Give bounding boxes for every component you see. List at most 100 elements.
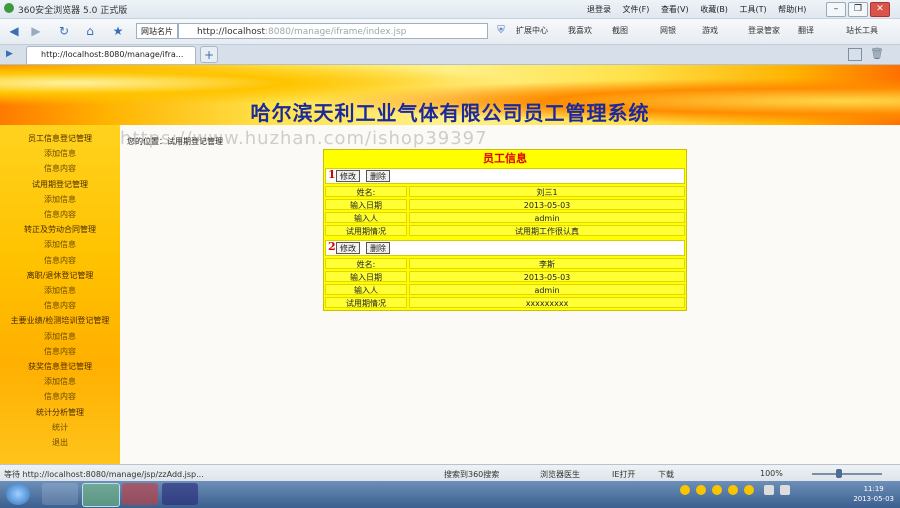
sidebar-item-link[interactable]: 添加信息 [0,376,120,387]
sidebar-section-header: 获奖信息登记管理 [28,362,92,371]
edit-button[interactable]: 修改 [336,242,360,254]
sidebar-item-link[interactable]: 统计 [0,422,120,433]
menu-file[interactable]: 文件(F) [623,5,650,14]
status-ie-open[interactable]: IE打开 [612,469,635,480]
field-label: 姓名: [325,186,407,197]
panel-title: 员工信息 [483,152,527,165]
tool-extensions[interactable]: 扩展中心 [516,25,548,36]
field-value: 2013-05-03 [409,271,685,282]
start-button-icon[interactable] [6,483,30,505]
sidebar-toggle-icon[interactable]: ▶ [6,49,13,59]
taskbar [0,481,900,508]
browser-toolbar: ◀ ▶ ↻ ⌂ ★ 网站名片 http://localhost:8080/man… [0,19,900,45]
trash-icon[interactable]: 🗑 [870,47,884,60]
tab-label: http://localhost:8080/manage/ifra... [41,50,184,59]
status-text: 等待 http://localhost:8080/manage/jsp/zzAd… [4,470,204,479]
menu-tools[interactable]: 工具(T) [739,5,766,14]
sidebar-item-link[interactable]: 添加信息 [0,285,120,296]
menu-help[interactable]: 帮助(H) [778,5,806,14]
status-download[interactable]: 下载 [658,469,674,480]
field-value: admin [409,284,685,295]
refresh-icon[interactable]: ↻ [56,22,72,40]
zoom-slider-handle[interactable] [836,469,842,478]
edit-button[interactable]: 修改 [336,170,360,182]
restore-button[interactable]: – [826,2,846,17]
sidebar-item-link[interactable]: 添加信息 [0,148,120,159]
tool-login[interactable]: 登录管家 [748,25,780,36]
clock-date: 2013-05-03 [853,495,894,503]
sidebar-item-link[interactable]: 信息内容 [0,300,120,311]
tab-active[interactable]: http://localhost:8080/manage/ifra... [26,46,196,64]
table-row: 试用期情况 试用期工作很认真 [325,225,685,237]
field-value: xxxxxxxxx [409,297,685,308]
browser-logo-icon [4,3,14,13]
back-icon[interactable]: ◀ [6,22,22,40]
sidebar-item-link[interactable]: 添加信息 [0,331,120,342]
home-icon[interactable]: ⌂ [82,22,98,40]
field-label: 姓名: [325,258,407,269]
field-value: 刘三1 [409,186,685,197]
sidebar-item-link[interactable]: 添加信息 [0,239,120,250]
clock-time: 11:19 [863,485,884,493]
tool-bank[interactable]: 网银 [660,25,676,36]
field-label: 输入人 [325,284,407,295]
sidebar-section-header: 转正及劳动合同管理 [24,225,96,235]
browser-title-bar: 360安全浏览器 5.0 正式版 退登录 文件(F) 查看(V) 收藏(B) 工… [0,0,900,19]
sidebar-item-link[interactable]: 信息内容 [0,209,120,220]
tray-qq-icon[interactable] [728,485,738,495]
ie-icon[interactable] [42,483,78,505]
zoom-slider[interactable] [812,473,882,475]
sidebar-item-link[interactable]: 退出 [0,437,120,448]
table-row: 输入人 admin [325,284,685,296]
favorite-star-icon[interactable]: ★ [110,22,126,40]
sidebar-section-header: 统计分析管理 [36,407,84,417]
field-label: 输入人 [325,212,407,223]
tray-qq-icon[interactable] [744,485,754,495]
tray-qq-icon[interactable] [696,485,706,495]
sidebar-item-link[interactable]: 信息内容 [0,391,120,402]
tray-qq-icon[interactable] [680,485,690,495]
delete-button[interactable]: 删除 [366,170,390,182]
sidebar-item-link[interactable]: 信息内容 [0,255,120,266]
address-bar[interactable]: http://localhost:8080/manage/iframe/inde… [178,23,488,39]
taskbar-clock: 11:19 2013-05-03 [853,484,894,504]
page-title: 哈尔滨天利工业气体有限公司员工管理系统 [250,101,650,125]
table-row: 输入日期 2013-05-03 [325,271,685,283]
record-action-row: 2 修改 删除 [325,240,685,256]
menu-logout[interactable]: 退登录 [587,5,611,14]
sidebar-section-header: 员工信息登记管理 [28,134,92,143]
shield-icon[interactable]: ⛨ [494,22,508,40]
delete-button[interactable]: 删除 [366,242,390,254]
window-icon[interactable] [848,48,862,61]
eclipse-icon[interactable] [162,483,198,505]
browser-360-icon[interactable] [82,483,120,507]
maximize-button[interactable]: ❐ [848,2,868,17]
record-action-row: 1 修改 删除 [325,168,685,184]
status-doctor[interactable]: 浏览器医生 [540,469,580,480]
status-search[interactable]: 搜索到360搜索 [444,469,499,480]
tray-qq-icon[interactable] [712,485,722,495]
app-icon[interactable] [122,483,158,505]
table-row: 输入人 admin [325,212,685,224]
tray-network-icon[interactable] [764,485,774,495]
forward-icon[interactable]: ▶ [28,22,44,40]
sidebar-item-link[interactable]: 信息内容 [0,163,120,174]
browser-title: 360安全浏览器 5.0 正式版 [18,6,128,16]
new-tab-button[interactable]: + [200,46,218,63]
field-label: 试用期情况 [325,297,407,308]
browser-menu: 退登录 文件(F) 查看(V) 收藏(B) 工具(T) 帮助(H) [578,4,806,15]
menu-favorites[interactable]: 收藏(B) [700,5,728,14]
favorites-dropdown[interactable]: 网站名片 [136,23,178,39]
zoom-level[interactable]: 100% [760,469,783,478]
menu-view[interactable]: 查看(V) [661,5,689,14]
sidebar-item-link[interactable]: 信息内容 [0,346,120,357]
tool-like[interactable]: 我喜欢 [568,25,592,36]
close-button[interactable]: ✕ [870,2,890,17]
tool-screenshot[interactable]: 截图 [612,25,628,36]
tray-volume-icon[interactable] [780,485,790,495]
field-label: 输入日期 [325,271,407,282]
tool-webmaster[interactable]: 站长工具 [846,25,878,36]
sidebar-item-link[interactable]: 添加信息 [0,194,120,205]
tool-games[interactable]: 游戏 [702,25,718,36]
tool-translate[interactable]: 翻译 [798,25,814,36]
